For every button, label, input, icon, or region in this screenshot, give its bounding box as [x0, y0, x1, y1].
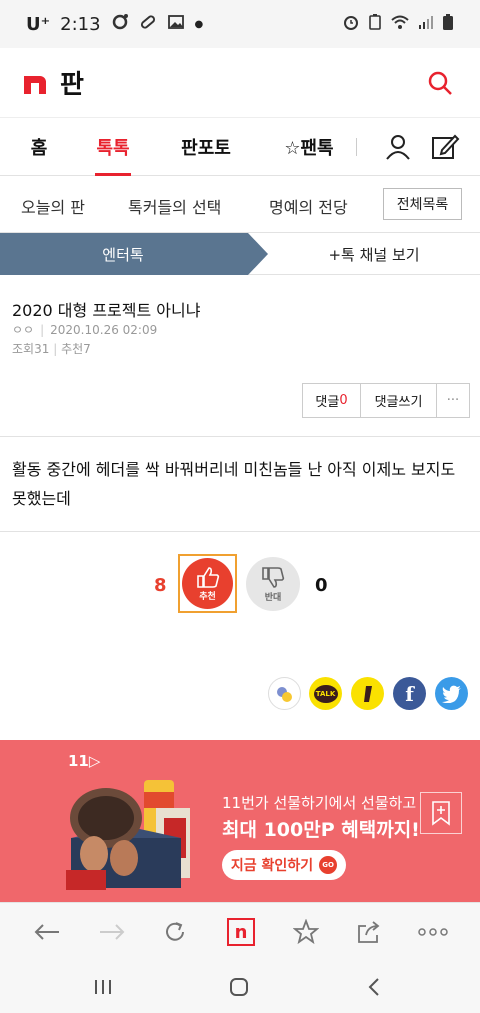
battery-saver-icon: [368, 13, 382, 35]
signal-icon: [418, 13, 434, 35]
bookmark-star-icon[interactable]: [290, 916, 322, 948]
nav-divider: [356, 138, 357, 156]
recommend-count: 추천7: [61, 342, 91, 356]
bookmark-add-icon[interactable]: [420, 792, 462, 834]
dislike-count: 0: [315, 575, 328, 596]
tab-fantalk[interactable]: ☆팬톡: [277, 118, 341, 176]
post-title: 2020 대형 프로젝트 아니냐: [12, 301, 201, 320]
stats-separator: |: [53, 342, 58, 356]
forward-arrow-icon[interactable]: [96, 916, 128, 948]
sub-nav: 오늘의 판 톡커들의 선택 명예의 전당 전체목록: [0, 176, 480, 233]
app-icon: [111, 13, 129, 36]
back-arrow-icon[interactable]: [31, 916, 63, 948]
tab-toktok[interactable]: 톡톡: [95, 118, 131, 176]
ad-cta-button[interactable]: 지금 확인하기 GO: [222, 850, 346, 880]
comment-label: 댓글: [315, 395, 340, 410]
kakaotalk-bubble: TALK: [313, 684, 338, 703]
ad-cta-label: 지금 확인하기: [230, 858, 314, 874]
subnav-hall-of-fame[interactable]: 명예의 전당: [269, 194, 348, 218]
refresh-icon[interactable]: [159, 916, 191, 948]
comment-count: 0: [339, 393, 348, 408]
kakao-story-icon[interactable]: [268, 677, 301, 710]
clock: 2:13: [60, 13, 101, 35]
alarm-icon: [342, 13, 360, 35]
post-stats: 조회31 | 추천7: [12, 340, 91, 357]
image-icon: [167, 13, 185, 36]
recent-apps-icon[interactable]: [88, 972, 118, 1002]
ad-go-badge: GO: [319, 856, 338, 874]
subnav-today[interactable]: 오늘의 판: [21, 194, 85, 218]
dislike-label: 반대: [264, 592, 282, 603]
link-icon: [139, 13, 157, 36]
post-meta: ㅇㅇ | 2020.10.26 02:09: [12, 321, 157, 338]
write-icon[interactable]: [430, 132, 460, 162]
like-label: 추천: [199, 592, 216, 602]
main-nav: 홈 톡톡 판포토 ☆팬톡: [0, 118, 480, 176]
facebook-glyph: f: [405, 681, 414, 706]
more-options-button[interactable]: ···: [437, 384, 469, 417]
ad-brand: 11▷: [68, 752, 101, 770]
dot-icon: ●: [194, 18, 204, 30]
carrier-label: U⁺: [26, 13, 51, 35]
meta-separator: |: [40, 322, 45, 337]
browser-toolbar: n: [0, 902, 480, 960]
channel-more-button[interactable]: +톡 채널 보기: [268, 233, 480, 275]
channel-enter-talk[interactable]: 엔터톡: [0, 233, 268, 275]
write-comment-button[interactable]: 댓글쓰기: [361, 384, 437, 417]
user-icon[interactable]: [384, 133, 412, 161]
tab-panphoto[interactable]: 판포토: [180, 118, 232, 176]
comment-button[interactable]: 댓글 0: [303, 384, 361, 417]
thumbs-up-icon: [196, 567, 219, 588]
more-menu-icon[interactable]: [417, 916, 449, 948]
like-button[interactable]: 추천: [182, 558, 233, 609]
system-back-icon[interactable]: [359, 972, 389, 1002]
all-list-button[interactable]: 전체목록: [383, 188, 462, 220]
ad-product-image: [66, 770, 206, 895]
divider: [0, 531, 480, 532]
post-action-group: 댓글 0 댓글쓰기 ···: [302, 383, 470, 418]
search-icon[interactable]: [422, 65, 458, 101]
like-button-focus[interactable]: 추천: [178, 554, 237, 613]
ad-line-1: 11번가 선물하기에서 선물하고: [222, 794, 417, 812]
system-nav-bar: [0, 960, 480, 1013]
post-date: 2020.10.26 02:09: [50, 322, 158, 337]
facebook-icon[interactable]: f: [393, 677, 426, 710]
brand-title[interactable]: 판: [60, 64, 84, 101]
divider: [0, 436, 480, 437]
author-name[interactable]: ㅇㅇ: [12, 321, 34, 338]
like-count: 8: [154, 575, 167, 596]
app-header: 판: [0, 48, 480, 118]
wifi-icon: [390, 13, 410, 35]
nate-logo[interactable]: [22, 70, 48, 96]
ad-line-2: 최대 100만P 혜택까지!: [222, 819, 420, 841]
kakaotalk-icon[interactable]: TALK: [309, 677, 342, 710]
home-icon[interactable]: [224, 972, 254, 1002]
status-bar: U⁺ 2:13 ●: [0, 0, 480, 48]
twitter-icon[interactable]: [435, 677, 468, 710]
tab-logo-box: n: [227, 918, 255, 946]
share-icon[interactable]: [353, 916, 385, 948]
subnav-toker-choice[interactable]: 톡커들의 선택: [128, 194, 221, 218]
ad-banner[interactable]: 11▷ 11번가 선물하기에서 선물하고 최대 100만P 혜택까지! 지금 확…: [0, 740, 480, 902]
channel-bar: 엔터톡 +톡 채널 보기: [0, 233, 480, 275]
kakao-channel-icon[interactable]: [351, 677, 384, 710]
post-body: 활동 중간에 헤더를 싹 바꿔버리네 미친놈들 난 아직 이제노 보지도 못했는…: [12, 460, 456, 508]
battery-icon: [442, 13, 454, 35]
dislike-button[interactable]: 반대: [246, 557, 300, 611]
thumbs-down-icon: [262, 566, 285, 588]
tab-logo-icon[interactable]: n: [225, 916, 257, 948]
view-count: 조회31: [12, 342, 50, 356]
tab-home[interactable]: 홈: [29, 118, 49, 176]
